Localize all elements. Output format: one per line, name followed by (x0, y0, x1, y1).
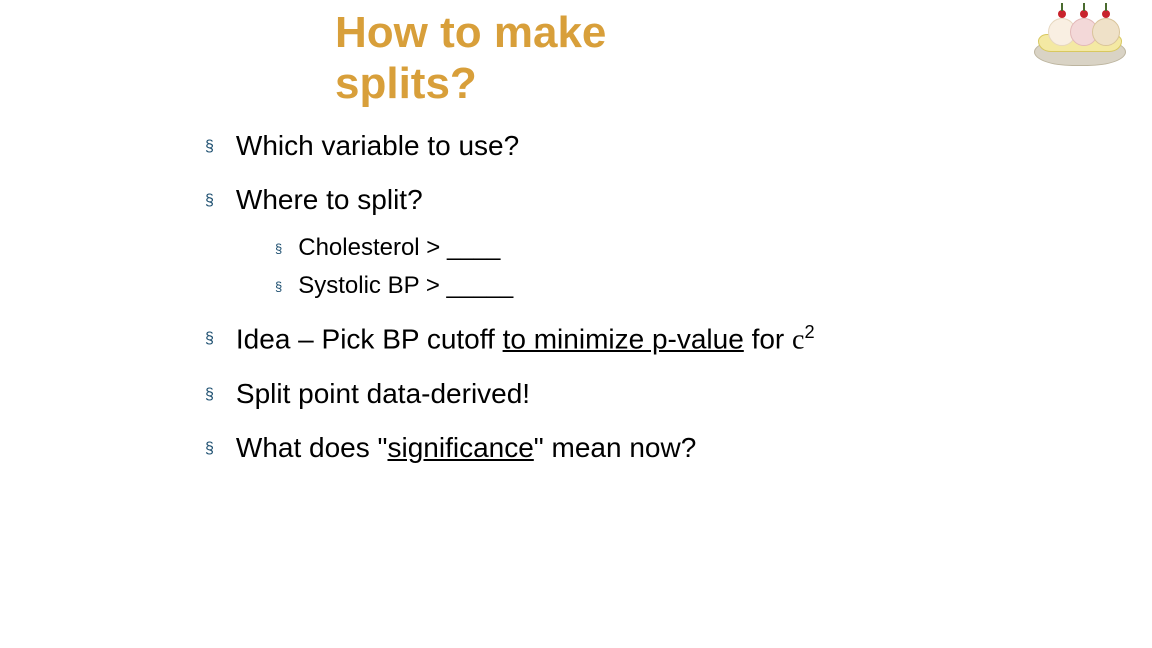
bullet-marker-icon: § (205, 440, 214, 458)
text-part: Idea – Pick BP cutoff (236, 323, 503, 354)
bullet-text: Idea – Pick BP cutoff to minimize p-valu… (236, 322, 1105, 356)
text-part: for (744, 323, 792, 354)
bullet-marker-icon: § (275, 279, 282, 294)
bullet-list: § Which variable to use? § Where to spli… (205, 130, 1105, 486)
stem-icon (1061, 3, 1063, 11)
sub-bullet-item: § Systolic BP > _____ (275, 272, 1105, 300)
scoop-icon (1092, 18, 1120, 46)
cherry-icon (1058, 10, 1066, 18)
bullet-marker-icon: § (205, 192, 214, 210)
title-line-1: How to make (335, 8, 606, 57)
underlined-text: to minimize p-value (503, 323, 744, 354)
cherry-icon (1102, 10, 1110, 18)
bullet-text: Split point data-derived! (236, 378, 1105, 410)
sub-bullet-item: § Cholesterol > ____ (275, 234, 1105, 262)
bullet-marker-icon: § (205, 386, 214, 404)
cherry-icon (1080, 10, 1088, 18)
stem-icon (1105, 3, 1107, 11)
bullet-item: § What does "significance" mean now? (205, 432, 1105, 464)
bullet-item: § Where to split? (205, 184, 1105, 216)
bullet-text: What does "significance" mean now? (236, 432, 1105, 464)
text-part: What does " (236, 432, 388, 463)
bullet-marker-icon: § (205, 330, 214, 348)
superscript: 2 (804, 322, 814, 342)
bullet-marker-icon: § (275, 241, 282, 256)
banana-split-image (1024, 0, 1134, 80)
slide-title: How to make splits? (335, 8, 606, 109)
title-line-2: splits? (335, 59, 477, 108)
bullet-item: § Split point data-derived! (205, 378, 1105, 410)
bullet-item: § Idea – Pick BP cutoff to minimize p-va… (205, 322, 1105, 356)
chi-symbol: c (792, 324, 804, 355)
bullet-text: Which variable to use? (236, 130, 1105, 162)
bullet-text: Where to split? (236, 184, 1105, 216)
bullet-marker-icon: § (205, 138, 214, 156)
slide: How to make splits? § Which variable to … (0, 0, 1152, 648)
sub-bullet-text: Cholesterol > ____ (298, 234, 500, 262)
stem-icon (1083, 3, 1085, 11)
bullet-item: § Which variable to use? (205, 130, 1105, 162)
sub-bullet-group: § Cholesterol > ____ § Systolic BP > ___… (275, 234, 1105, 300)
underlined-text: significance (387, 432, 533, 463)
text-part: " mean now? (534, 432, 696, 463)
sub-bullet-text: Systolic BP > _____ (298, 272, 513, 300)
